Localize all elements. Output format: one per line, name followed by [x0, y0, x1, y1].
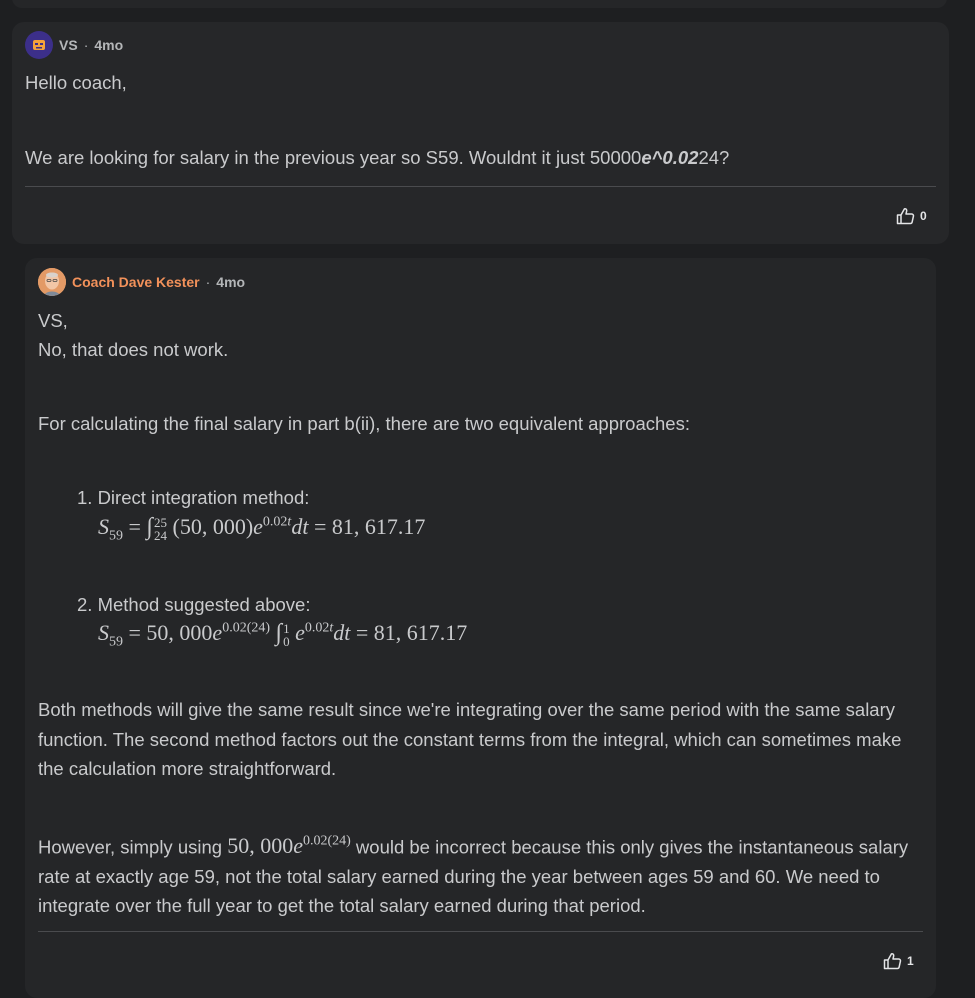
- explanation-paragraph: Both methods will give the same result s…: [38, 699, 902, 779]
- thumbs-up-icon: [896, 208, 915, 225]
- method-1-result: 81, 617.17: [331, 514, 426, 539]
- avatar-icon: [33, 40, 45, 50]
- coach-photo: [38, 268, 66, 296]
- divider: [25, 186, 936, 187]
- separator-dot: ·: [83, 37, 89, 53]
- conclusion-paragraph: However, simply using 50, 000e0.02(24) w…: [38, 827, 928, 921]
- body-prefix: We are looking for salary in the previou…: [25, 147, 642, 168]
- previous-card: [12, 0, 947, 8]
- method-1-formula: S59 = ∫ 25 24 (50, 000)e0.02tdt = 81, 617.…: [98, 514, 426, 544]
- author-name[interactable]: Coach Dave Kester: [72, 274, 200, 290]
- author-name[interactable]: VS: [59, 37, 78, 53]
- body-suffix: 24?: [698, 147, 730, 168]
- reply-meta: Coach Dave Kester · 4mo: [38, 268, 245, 296]
- timestamp: 4mo: [94, 37, 124, 53]
- comment-greeting: Hello coach,: [25, 72, 127, 93]
- inline-formula: 50, 000e0.02(24): [227, 833, 351, 859]
- body-italic: e^0.02: [641, 147, 699, 168]
- avatar[interactable]: [38, 268, 66, 296]
- conclusion-prefix: However, simply using: [38, 836, 223, 858]
- divider: [38, 931, 923, 932]
- comment-body: We are looking for salary in the previou…: [25, 143, 729, 173]
- like-button[interactable]: 1: [883, 952, 914, 970]
- comment-meta: VS · 4mo: [25, 31, 123, 59]
- reply-line-1: VS,: [38, 310, 68, 331]
- method-2-label: 2. Method suggested above:: [77, 594, 311, 615]
- like-count: 1: [907, 954, 914, 968]
- reply-line-2: No, that does not work.: [38, 339, 229, 360]
- thumbs-up-icon: [883, 953, 902, 970]
- avatar[interactable]: [25, 31, 53, 59]
- separator-dot: ·: [205, 274, 211, 290]
- like-button[interactable]: 0: [896, 207, 927, 225]
- timestamp: 4mo: [216, 274, 246, 290]
- method-1-label: 1. Direct integration method:: [77, 487, 310, 508]
- reply-intro: For calculating the final salary in part…: [38, 413, 690, 434]
- comment-card: VS · 4mo Hello coach, We are looking for…: [12, 22, 949, 244]
- method-2-result: 81, 617.17: [373, 620, 468, 645]
- reply-card: Coach Dave Kester · 4mo VS, No, that doe…: [25, 258, 936, 998]
- like-count: 0: [920, 209, 927, 223]
- method-2-formula: S59 = 50, 000e0.02(24) ∫ 1 0 e0.02tdt = 81…: [98, 620, 468, 650]
